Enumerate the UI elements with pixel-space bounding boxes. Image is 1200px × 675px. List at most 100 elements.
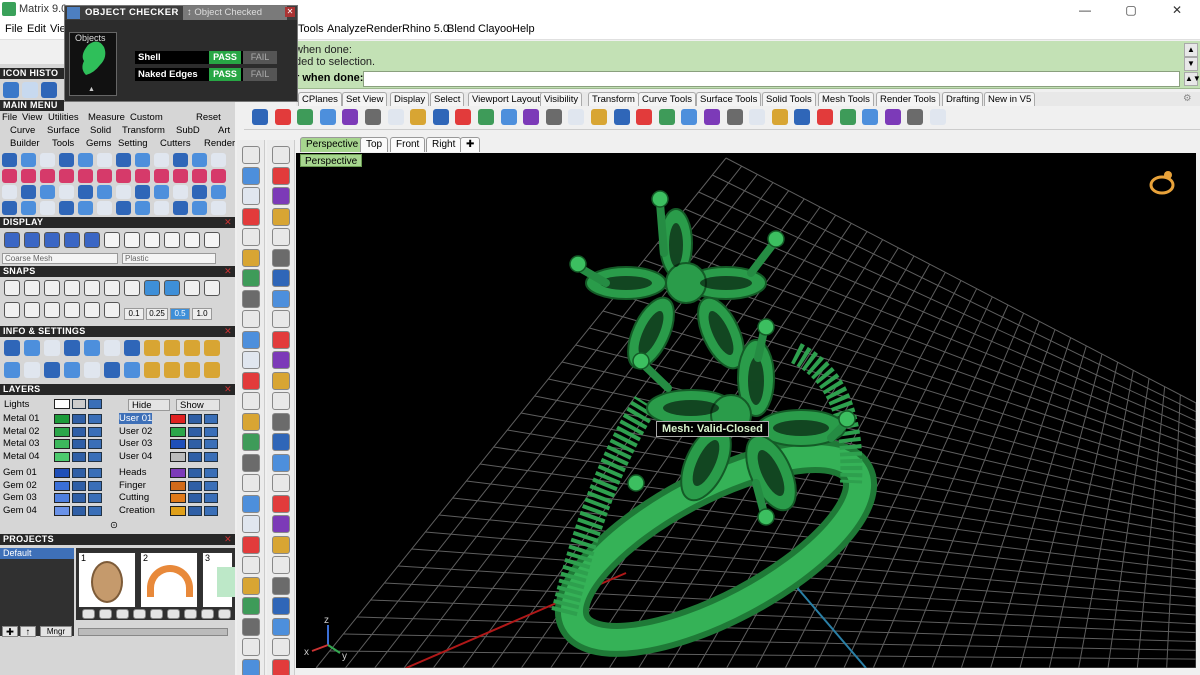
mm-gems[interactable]: Gems bbox=[86, 138, 111, 149]
tab-row-gear-icon[interactable]: ⚙ bbox=[1180, 92, 1195, 106]
vertical-tool-icon[interactable] bbox=[272, 371, 290, 390]
vertical-tool-icon[interactable] bbox=[242, 228, 260, 246]
info-setting-icon[interactable] bbox=[124, 362, 140, 378]
snap-toggle-icon[interactable] bbox=[84, 280, 100, 296]
layer-color-swatch[interactable] bbox=[170, 480, 186, 491]
vertical-tool-icon[interactable] bbox=[272, 187, 290, 205]
main-tool-icon[interactable] bbox=[192, 201, 207, 215]
tab-drafting[interactable]: Drafting bbox=[942, 92, 984, 106]
main-tool-icon[interactable] bbox=[2, 153, 17, 167]
display-mode-icon[interactable] bbox=[44, 232, 60, 248]
mm-art[interactable]: Art bbox=[218, 125, 230, 136]
main-tool-icon[interactable] bbox=[173, 169, 188, 183]
vertical-tool-icon[interactable] bbox=[242, 494, 260, 513]
display-material-select[interactable]: Plastic bbox=[122, 253, 216, 264]
toolbar-tool-icon[interactable] bbox=[342, 109, 359, 125]
layer-lock-toggle[interactable] bbox=[72, 493, 86, 503]
menu-render[interactable]: Render bbox=[366, 23, 402, 35]
display-mode-icon[interactable] bbox=[84, 232, 100, 248]
layer-lights-lock[interactable] bbox=[72, 399, 86, 409]
mm-subd[interactable]: SubD bbox=[176, 125, 200, 136]
tab-solid-tools[interactable]: Solid Tools bbox=[762, 92, 816, 106]
history-transform-icon[interactable] bbox=[41, 82, 57, 98]
tab-visibility[interactable]: Visibility bbox=[540, 92, 583, 106]
toolbar-tool-icon[interactable] bbox=[636, 109, 653, 125]
layer-color-swatch[interactable] bbox=[170, 493, 186, 503]
snap-toggle-icon[interactable] bbox=[164, 280, 180, 296]
main-tool-icon[interactable] bbox=[116, 153, 131, 167]
vertical-tool-icon[interactable] bbox=[242, 310, 260, 328]
main-tool-icon[interactable] bbox=[154, 153, 169, 167]
toolbar-tool-icon[interactable] bbox=[749, 109, 766, 125]
main-tool-icon[interactable] bbox=[40, 169, 55, 183]
layer-label[interactable]: User 03 bbox=[119, 438, 152, 449]
toolbar-tool-icon[interactable] bbox=[907, 109, 924, 125]
vertical-tool-icon[interactable] bbox=[242, 638, 260, 656]
viewport-tab-top[interactable]: Top bbox=[360, 137, 389, 152]
layer-color-swatch[interactable] bbox=[170, 451, 186, 462]
project-thumb-control-icon[interactable] bbox=[150, 609, 163, 619]
main-tool-icon[interactable] bbox=[40, 201, 55, 215]
project-thumb-control-icon[interactable] bbox=[116, 609, 129, 619]
layer-color-swatch[interactable] bbox=[170, 505, 186, 516]
menu-blend[interactable]: Blend bbox=[447, 23, 475, 35]
main-tool-icon[interactable] bbox=[192, 169, 207, 183]
main-tool-icon[interactable] bbox=[59, 185, 74, 199]
info-setting-icon[interactable] bbox=[104, 340, 120, 356]
snap-toggle-icon[interactable] bbox=[44, 302, 60, 318]
display-mode-icon[interactable] bbox=[144, 232, 160, 248]
project-thumb-3[interactable]: 3 bbox=[202, 552, 235, 608]
main-tool-icon[interactable] bbox=[116, 185, 131, 199]
main-tool-icon[interactable] bbox=[59, 201, 74, 215]
main-tool-icon[interactable] bbox=[154, 185, 169, 199]
info-setting-icon[interactable] bbox=[64, 362, 80, 378]
layer-lock-toggle[interactable] bbox=[188, 468, 202, 478]
main-tool-icon[interactable] bbox=[154, 201, 169, 215]
main-tool-icon[interactable] bbox=[192, 153, 207, 167]
project-thumb-control-icon[interactable] bbox=[167, 609, 180, 619]
tab-surface-tools[interactable]: Surface Tools bbox=[696, 92, 762, 106]
menu-edit[interactable]: Edit bbox=[27, 23, 46, 35]
layer-label[interactable]: Gem 04 bbox=[3, 505, 37, 516]
command-scroll-down[interactable]: ▼ bbox=[1184, 57, 1198, 71]
vertical-tool-icon[interactable] bbox=[242, 330, 260, 349]
vertical-tool-icon[interactable] bbox=[242, 433, 260, 451]
layer-visibility-toggle[interactable] bbox=[204, 451, 218, 462]
viewport-label-perspective[interactable]: Perspective bbox=[300, 154, 363, 167]
viewport-tab-front[interactable]: Front bbox=[390, 137, 426, 152]
layers-hide-button[interactable]: Hide bbox=[128, 399, 170, 411]
tab-cplanes[interactable]: CPlanes bbox=[298, 92, 342, 106]
vertical-tool-icon[interactable] bbox=[272, 515, 290, 533]
mm-tools[interactable]: Tools bbox=[52, 138, 74, 149]
vertical-tool-icon[interactable] bbox=[242, 597, 260, 615]
vertical-tool-icon[interactable] bbox=[272, 535, 290, 554]
snap-toggle-icon[interactable] bbox=[184, 280, 200, 296]
tab-select[interactable]: Select bbox=[430, 92, 465, 106]
main-tool-icon[interactable] bbox=[21, 169, 36, 183]
snap-toggle-icon[interactable] bbox=[64, 280, 80, 296]
layer-visibility-toggle[interactable] bbox=[204, 480, 218, 491]
project-up-button[interactable]: ↑ bbox=[20, 626, 36, 638]
display-mode-icon[interactable] bbox=[104, 232, 120, 248]
snap-value-0-5[interactable]: 0.5 bbox=[170, 308, 190, 320]
snap-toggle-icon[interactable] bbox=[84, 302, 100, 318]
display-mode-icon[interactable] bbox=[204, 232, 220, 248]
main-tool-icon[interactable] bbox=[97, 201, 112, 215]
layer-color-swatch[interactable] bbox=[54, 480, 70, 491]
project-thumb-control-icon[interactable] bbox=[99, 609, 112, 619]
vertical-tool-icon[interactable] bbox=[272, 248, 290, 267]
layer-label[interactable]: Creation bbox=[119, 505, 155, 516]
vertical-tool-icon[interactable] bbox=[242, 289, 260, 308]
object-checked-tab[interactable]: ↕ Object Checked bbox=[183, 6, 287, 20]
info-setting-icon[interactable] bbox=[164, 340, 180, 356]
mm-setting[interactable]: Setting bbox=[118, 138, 148, 149]
mm-cutters[interactable]: Cutters bbox=[160, 138, 191, 149]
toolbar-tool-icon[interactable] bbox=[613, 109, 630, 125]
mm-curve[interactable]: Curve bbox=[10, 125, 35, 136]
viewport-tab-perspective[interactable]: Perspective bbox=[300, 137, 365, 152]
info-setting-icon[interactable] bbox=[24, 362, 40, 378]
vertical-tool-icon[interactable] bbox=[272, 474, 290, 492]
vertical-tool-icon[interactable] bbox=[242, 146, 260, 164]
main-tool-icon[interactable] bbox=[116, 169, 131, 183]
toolbar-tool-icon[interactable] bbox=[817, 109, 833, 125]
